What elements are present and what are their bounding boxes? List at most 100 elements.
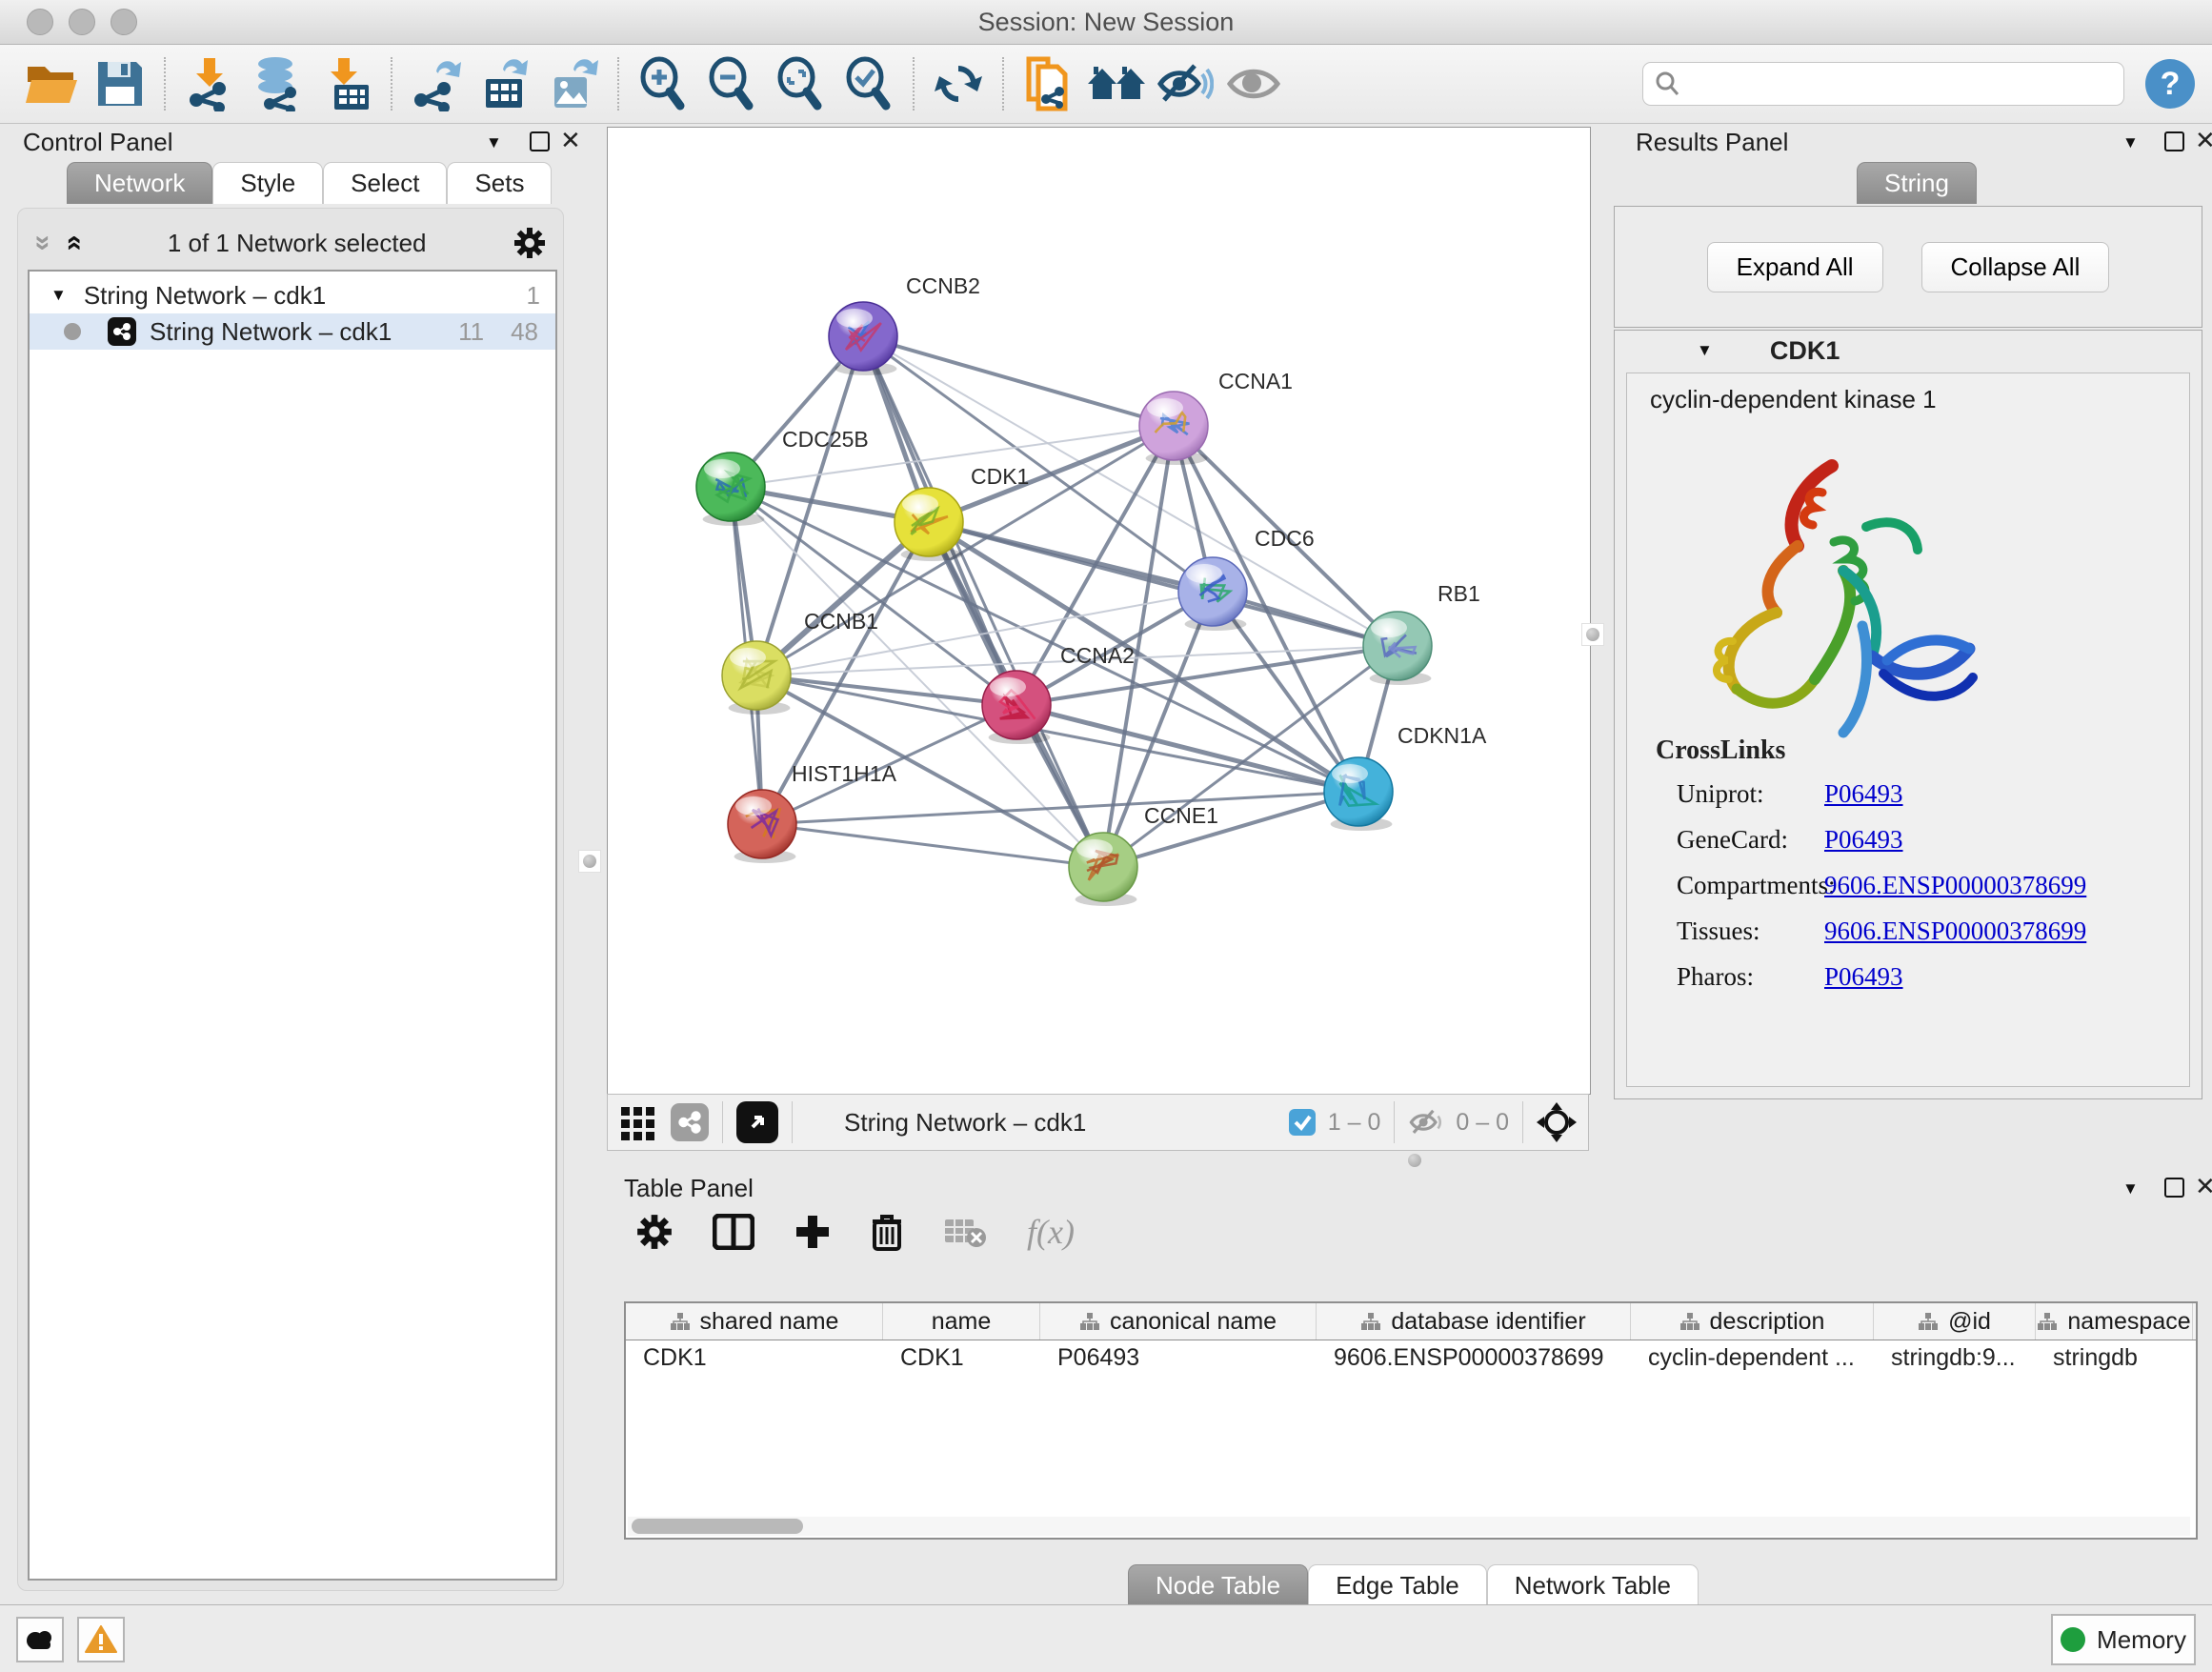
- panel-float-icon[interactable]: [2164, 1178, 2184, 1198]
- string-view-icon[interactable]: [671, 1103, 709, 1141]
- tab-string[interactable]: String: [1857, 162, 1977, 204]
- export-network-button[interactable]: [402, 53, 471, 114]
- table-row[interactable]: CDK1CDK1P064939606.ENSP00000378699cyclin…: [626, 1340, 2196, 1375]
- table-cell[interactable]: CDK1: [626, 1340, 883, 1375]
- import-network-file-button[interactable]: [175, 53, 244, 114]
- tab-network[interactable]: Network: [67, 162, 212, 204]
- panel-close-icon[interactable]: ✕: [2195, 1172, 2212, 1201]
- panel-menu-icon[interactable]: ▼: [2122, 1179, 2139, 1199]
- column-header-label: canonical name: [1110, 1308, 1277, 1336]
- panel-float-icon[interactable]: [530, 131, 550, 151]
- eye-slash-icon: [1156, 60, 1214, 108]
- search-input[interactable]: [1681, 64, 2114, 104]
- zoom-out-button[interactable]: [697, 53, 766, 114]
- panel-close-icon[interactable]: ✕: [560, 126, 581, 155]
- column-header-label: name: [932, 1308, 992, 1336]
- zoom-in-button[interactable]: [629, 53, 697, 114]
- fit-content-button[interactable]: [766, 53, 835, 114]
- column-header-database-identifier[interactable]: database identifier: [1317, 1303, 1631, 1340]
- table-cell[interactable]: 9606.ENSP00000378699: [1317, 1340, 1631, 1375]
- column-header-canonical-name[interactable]: canonical name: [1040, 1303, 1317, 1340]
- selected-checkbox-icon[interactable]: [1288, 1108, 1317, 1137]
- section-collapse-icon[interactable]: ▼: [1697, 341, 1713, 360]
- table-cell[interactable]: stringdb: [2036, 1340, 2193, 1375]
- fit-selected-crosshair-icon[interactable]: [1537, 1102, 1577, 1142]
- collection-count: 1: [527, 281, 540, 311]
- delete-column-trash-icon[interactable]: [871, 1213, 903, 1251]
- grid-view-icon[interactable]: [619, 1103, 657, 1141]
- network-graph[interactable]: CCNB2CCNA1CDC25BCDK1CDC6RB1CCNB1CCNA2CDK…: [608, 128, 1590, 1094]
- node-label-RB1: RB1: [1438, 581, 1480, 606]
- panel-menu-icon[interactable]: ▼: [486, 133, 502, 152]
- column-header-name[interactable]: name: [883, 1303, 1040, 1340]
- tab-edge-table[interactable]: Edge Table: [1308, 1564, 1487, 1606]
- network-options-gear-icon[interactable]: [513, 227, 546, 259]
- crosslink-value-link[interactable]: 9606.ENSP00000378699: [1824, 871, 2086, 900]
- expand-all-networks-icon[interactable]: »: [56, 235, 89, 252]
- fit-selected-button[interactable]: [835, 53, 903, 114]
- crosslink-value-link[interactable]: P06493: [1824, 825, 1903, 855]
- graph-edge-HIST1H1A-CCNE1[interactable]: [762, 824, 1103, 867]
- column-header-namespace[interactable]: namespace: [2036, 1303, 2193, 1340]
- column-header-description[interactable]: description: [1631, 1303, 1874, 1340]
- tab-select[interactable]: Select: [323, 162, 447, 204]
- tab-network-table[interactable]: Network Table: [1487, 1564, 1699, 1606]
- crosslink-value-link[interactable]: P06493: [1824, 962, 1903, 992]
- table-cell[interactable]: stringdb:9...: [1874, 1340, 2036, 1375]
- export-image-button[interactable]: [539, 53, 608, 114]
- network-row[interactable]: String Network – cdk1 11 48: [30, 313, 555, 350]
- export-table-button[interactable]: [471, 53, 539, 114]
- search-icon: [1653, 70, 1681, 98]
- save-session-button[interactable]: [86, 53, 154, 114]
- birds-eye-view-icon[interactable]: [736, 1101, 778, 1143]
- memory-button[interactable]: Memory: [2051, 1614, 2196, 1665]
- collapse-all-networks-icon[interactable]: »: [27, 235, 59, 252]
- warnings-button[interactable]: [77, 1617, 125, 1662]
- node-table[interactable]: shared name name canonical name database id…: [624, 1301, 2198, 1540]
- show-columns-icon[interactable]: [713, 1214, 754, 1250]
- crosslink-value-link[interactable]: P06493: [1824, 779, 1903, 809]
- column-header--id[interactable]: @id: [1874, 1303, 2036, 1340]
- network-collection-row[interactable]: ▼ String Network – cdk1 1: [30, 277, 555, 313]
- panel-float-icon[interactable]: [2164, 131, 2184, 151]
- houses-icon: [1086, 59, 1147, 109]
- cloud-status-button[interactable]: [16, 1617, 64, 1662]
- bottom-splitter-handle[interactable]: [1408, 1154, 1421, 1167]
- scrollbar-thumb[interactable]: [632, 1519, 803, 1534]
- graph-edge-CCNB2-CCNE1[interactable]: [863, 336, 1103, 867]
- left-splitter-handle[interactable]: [578, 850, 601, 873]
- panel-menu-icon[interactable]: ▼: [2122, 133, 2139, 152]
- import-network-database-button[interactable]: [244, 53, 312, 114]
- column-header-shared-name[interactable]: shared name: [626, 1303, 883, 1340]
- hide-selected-button[interactable]: [1151, 53, 1219, 114]
- control-panel-title: Control Panel: [23, 128, 173, 157]
- import-table-button[interactable]: [312, 53, 381, 114]
- collection-expand-icon[interactable]: ▼: [50, 286, 67, 305]
- export-network-icon: [410, 56, 463, 111]
- table-options-gear-icon[interactable]: [636, 1214, 673, 1250]
- collapse-all-button[interactable]: Collapse All: [1921, 242, 2110, 292]
- tab-node-table[interactable]: Node Table: [1128, 1564, 1308, 1606]
- table-cell[interactable]: cyclin-dependent ...: [1631, 1340, 1874, 1375]
- open-session-button[interactable]: [17, 53, 86, 114]
- panel-close-icon[interactable]: ✕: [2195, 126, 2212, 155]
- tab-style[interactable]: Style: [212, 162, 323, 204]
- graph-edge-CCNA2-CDKN1A[interactable]: [1016, 705, 1358, 792]
- table-cell[interactable]: CDK1: [883, 1340, 1040, 1375]
- graph-edge-CDK1-RB1[interactable]: [929, 522, 1398, 646]
- table-horizontal-scrollbar[interactable]: [628, 1517, 2190, 1536]
- tab-sets[interactable]: Sets: [447, 162, 552, 204]
- warning-triangle-icon: [85, 1625, 117, 1654]
- table-cell[interactable]: P06493: [1040, 1340, 1317, 1375]
- graph-edge-CCNA1-CDK1[interactable]: [929, 426, 1174, 522]
- network-view-canvas[interactable]: CCNB2CCNA1CDC25BCDK1CDC6RB1CCNB1CCNA2CDK…: [607, 127, 1591, 1095]
- home-views-button[interactable]: [1082, 53, 1151, 114]
- graph-edge-CCNB2-CCNA1[interactable]: [863, 336, 1174, 426]
- first-neighbors-button[interactable]: [1014, 53, 1082, 114]
- expand-all-button[interactable]: Expand All: [1707, 242, 1883, 292]
- show-all-button[interactable]: [1219, 53, 1288, 114]
- apply-layout-button[interactable]: [924, 53, 993, 114]
- create-column-plus-icon[interactable]: [794, 1214, 831, 1250]
- crosslink-value-link[interactable]: 9606.ENSP00000378699: [1824, 917, 2086, 946]
- help-button[interactable]: ?: [2145, 59, 2195, 109]
